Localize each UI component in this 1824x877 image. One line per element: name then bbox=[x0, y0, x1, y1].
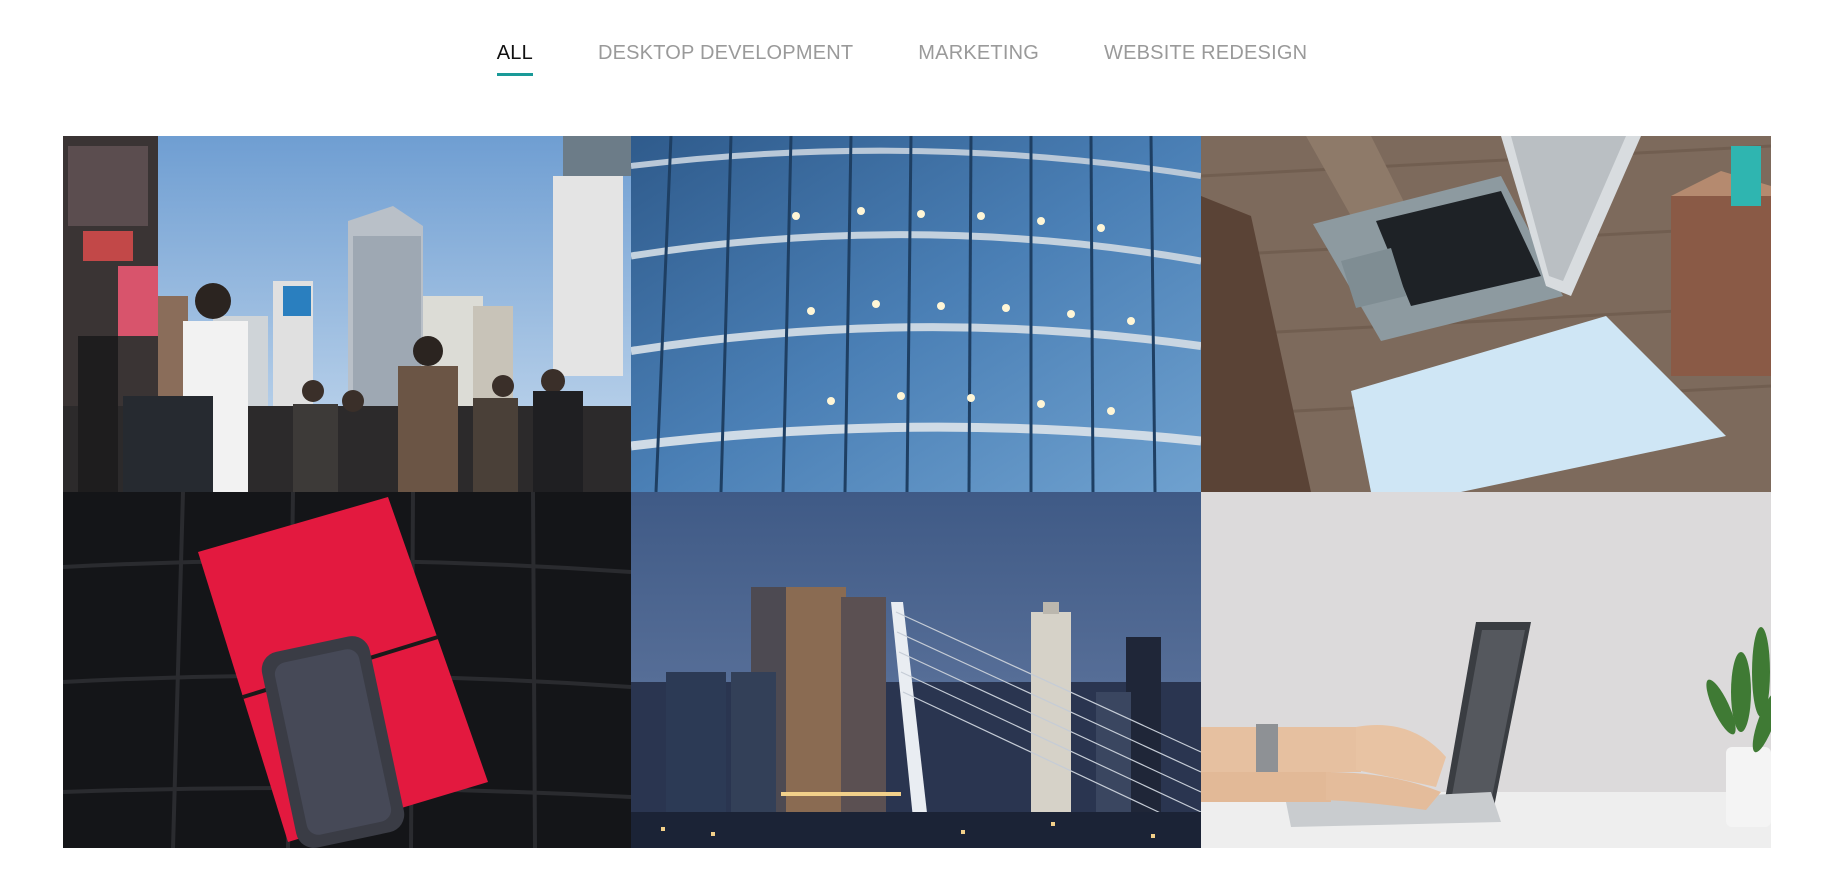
gallery-item-city-skyline[interactable] bbox=[631, 492, 1201, 848]
gallery-item-notebook-phone[interactable] bbox=[63, 492, 631, 848]
city-crowd-photo bbox=[63, 136, 631, 492]
filter-tab-marketing[interactable]: MARKETING bbox=[918, 34, 1039, 76]
filter-tab-label: WEBSITE REDESIGN bbox=[1104, 42, 1308, 64]
glass-building-photo bbox=[631, 136, 1201, 492]
gallery-item-glass-building[interactable] bbox=[631, 136, 1201, 492]
filter-tab-label: ALL bbox=[496, 42, 533, 64]
portfolio-gallery bbox=[63, 136, 1771, 848]
filter-tab-website-redesign[interactable]: WEBSITE REDESIGN bbox=[1104, 34, 1307, 76]
active-tab-underline bbox=[496, 73, 533, 76]
filter-tab-all[interactable]: ALL bbox=[496, 34, 533, 76]
filter-tab-desktop-development[interactable]: DESKTOP DEVELOPMENT bbox=[598, 34, 853, 76]
gallery-item-laptop-desk[interactable] bbox=[1201, 136, 1771, 492]
laptop-on-desk-photo bbox=[1201, 136, 1771, 492]
red-notebook-phone-photo bbox=[63, 492, 631, 848]
filter-tab-label: DESKTOP DEVELOPMENT bbox=[597, 42, 854, 64]
gallery-item-typing-laptop[interactable] bbox=[1201, 492, 1771, 848]
gallery-item-city-crowd[interactable] bbox=[63, 136, 631, 492]
city-skyline-bridge-photo bbox=[631, 492, 1201, 848]
hands-typing-laptop-photo bbox=[1201, 492, 1771, 848]
portfolio-filter-nav: ALL DESKTOP DEVELOPMENT MARKETING WEBSIT… bbox=[0, 34, 1814, 84]
filter-tab-label: MARKETING bbox=[918, 42, 1039, 64]
